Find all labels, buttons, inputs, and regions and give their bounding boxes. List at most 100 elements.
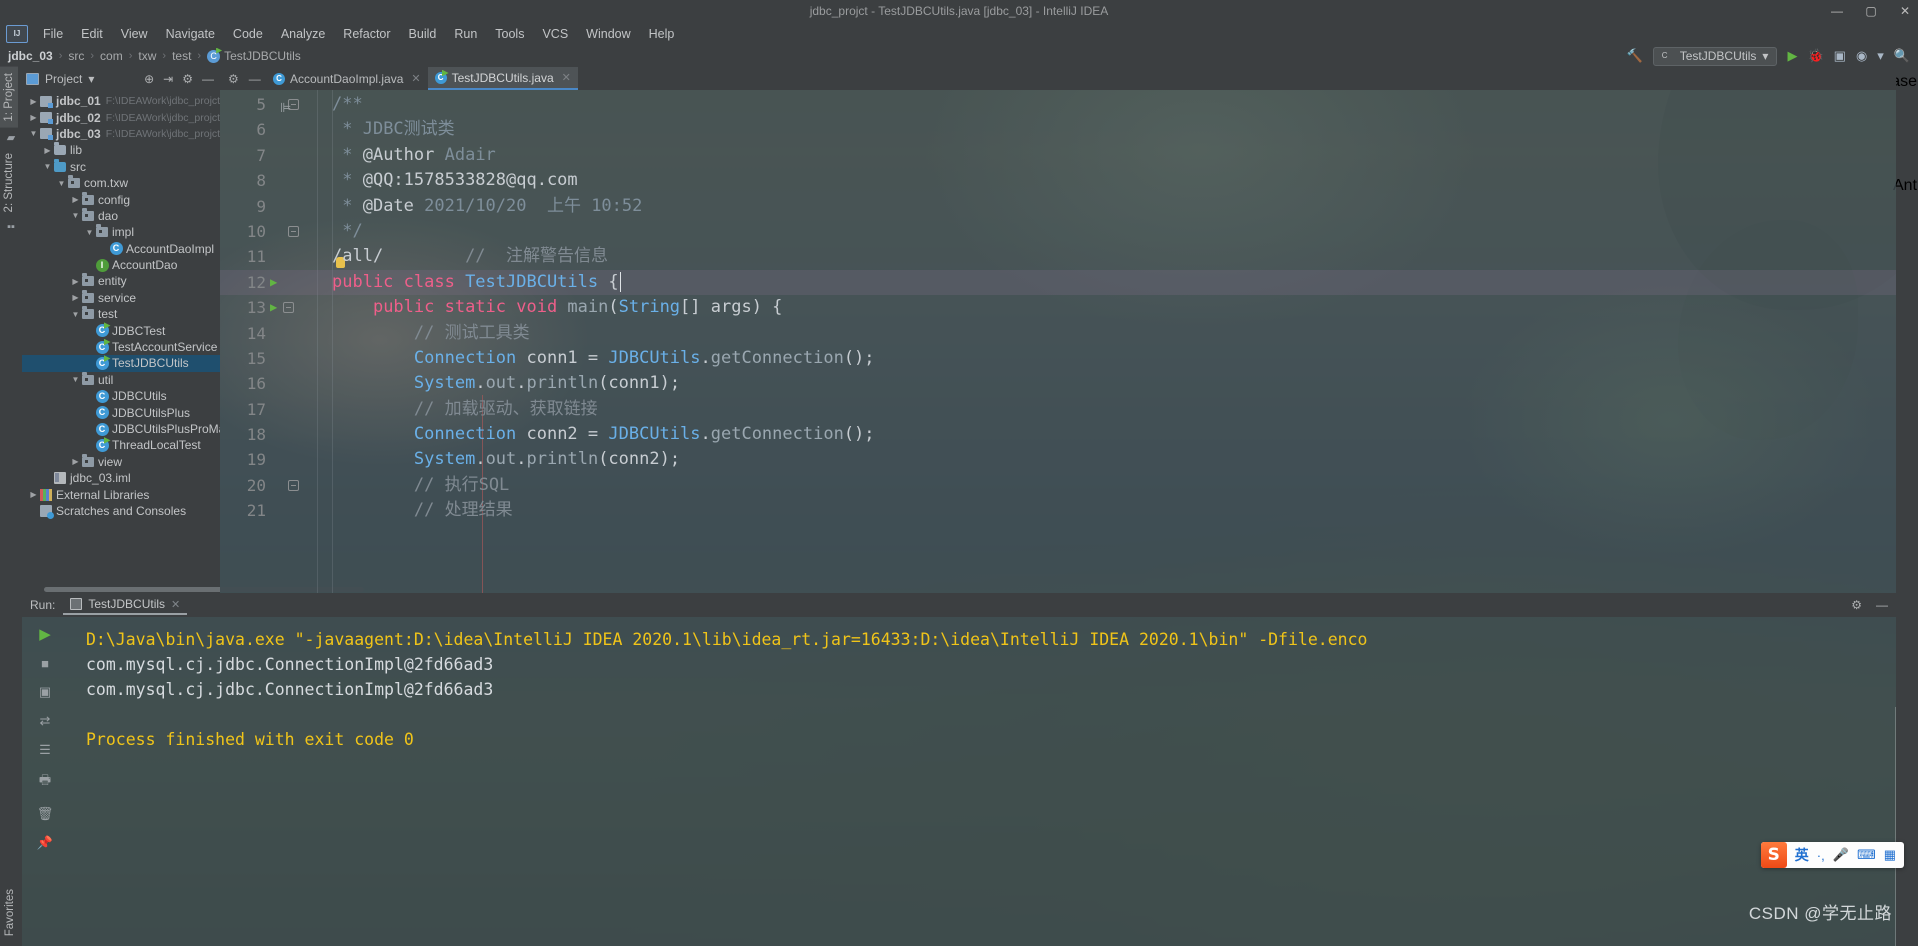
gear-icon[interactable]: ⚙ xyxy=(228,72,239,86)
sidebar-tab-structure[interactable]: 2: Structure xyxy=(0,147,18,218)
code-line-16[interactable]: 16 System.out.println(conn1); xyxy=(220,371,1896,396)
menu-window[interactable]: Window xyxy=(577,25,639,43)
run-button[interactable]: ▶ xyxy=(1787,48,1797,64)
code-line-14[interactable]: 14 // 测试工具类 xyxy=(220,321,1896,346)
punctuation-icon[interactable]: ·, xyxy=(1817,848,1825,863)
trash-icon[interactable]: 🗑 xyxy=(37,806,54,822)
code-line-11[interactable]: 11/all/ // 注解警告信息 xyxy=(220,244,1896,269)
keyboard-icon[interactable]: ⌨ xyxy=(1857,847,1876,863)
expand-arrow-icon[interactable]: ▶ xyxy=(42,146,53,155)
tree-item-entity[interactable]: ▶ entity xyxy=(22,273,220,289)
tree-item-threadlocaltest[interactable]: C ThreadLocalTest xyxy=(22,437,220,453)
expand-arrow-icon[interactable]: ▼ xyxy=(42,162,53,171)
run-gutter-icon[interactable]: ▶ xyxy=(270,295,277,320)
profile-button[interactable]: ◉ xyxy=(1856,48,1867,64)
tree-item-com-txw[interactable]: ▼ com.txw xyxy=(22,175,220,191)
tree-item-jdbc-02[interactable]: ▶ jdbc_02 F:\IDEAWork\jdbc_projct\jd xyxy=(22,109,220,125)
expand-arrow-icon[interactable]: ▶ xyxy=(70,277,81,286)
tree-item-jdbc-03[interactable]: ▼ jdbc_03 F:\IDEAWork\jdbc_projct\jd xyxy=(22,126,220,142)
code-line-7[interactable]: 7 * @Author Adair xyxy=(220,143,1896,168)
menu-help[interactable]: Help xyxy=(640,25,684,43)
gear-icon[interactable]: ⚙ xyxy=(182,72,193,86)
menu-view[interactable]: View xyxy=(112,25,157,43)
close-button[interactable]: ✕ xyxy=(1898,4,1912,18)
tree-item-dao[interactable]: ▼ dao xyxy=(22,207,220,224)
code-line-17[interactable]: 17 // 加载驱动、获取链接 xyxy=(220,397,1896,422)
hide-icon[interactable]: — xyxy=(249,72,261,86)
menu-vcs[interactable]: VCS xyxy=(533,25,577,43)
tree-item-view[interactable]: ▶ view xyxy=(22,453,220,470)
code-fold-icon[interactable] xyxy=(288,480,299,492)
menu-run[interactable]: Run xyxy=(445,25,486,43)
breadcrumb-item-project[interactable]: jdbc_03 xyxy=(8,49,53,63)
menu-build[interactable]: Build xyxy=(400,25,446,43)
breadcrumb-item-txw[interactable]: txw xyxy=(138,49,156,63)
sidebar-tab-project[interactable]: 1: Project xyxy=(0,67,18,128)
expand-arrow-icon[interactable]: ▶ xyxy=(28,97,39,106)
breadcrumb-item-test[interactable]: test xyxy=(172,49,191,63)
code-line-13[interactable]: 13 ▶ public static void main(String[] arg… xyxy=(220,295,1896,320)
sogou-logo-icon[interactable]: S xyxy=(1760,842,1787,868)
breadcrumb-item-file[interactable]: TestJDBCUtils xyxy=(224,49,301,63)
expand-arrow-icon[interactable]: ▼ xyxy=(84,228,95,237)
chevron-down-icon[interactable]: ▾ xyxy=(1877,48,1884,64)
camera-icon[interactable]: ▣ xyxy=(39,684,51,700)
code-line-9[interactable]: 9 * @Date 2021/10/20 上午 10:52 xyxy=(220,194,1896,219)
menu-navigate[interactable]: Navigate xyxy=(157,25,224,43)
tree-item-accountdao[interactable]: I AccountDao xyxy=(22,257,220,273)
tree-item-jdbcutilsplus[interactable]: C JDBCUtilsPlus xyxy=(22,404,220,420)
tree-item-jdbc-03-iml[interactable]: jdbc_03.iml xyxy=(22,470,220,486)
expand-arrow-icon[interactable]: ▼ xyxy=(70,375,81,384)
code-fold-icon[interactable] xyxy=(283,302,295,314)
expand-arrow-icon[interactable]: ▼ xyxy=(70,310,81,319)
tree-item-external-libraries[interactable]: ▶ External Libraries xyxy=(22,486,220,502)
expand-arrow-icon[interactable]: ▶ xyxy=(28,490,39,499)
debug-button[interactable]: 🐞 xyxy=(1807,48,1823,64)
tree-item-config[interactable]: ▶ config xyxy=(22,191,220,207)
code-line-15[interactable]: 15 Connection conn1 = JDBCUtils.getConne… xyxy=(220,346,1896,371)
pin-icon[interactable]: 📌 xyxy=(37,835,53,851)
stop-icon[interactable]: ■ xyxy=(41,656,49,671)
code-fold-icon[interactable] xyxy=(288,226,299,238)
expand-arrow-icon[interactable]: ▼ xyxy=(28,129,39,138)
rerun-icon[interactable]: ▶ xyxy=(39,625,51,643)
mic-icon[interactable]: 🎤 xyxy=(1833,847,1849,863)
run-tab-testjdbcutils[interactable]: TestJDBCUtils ✕ xyxy=(63,595,188,615)
chevron-down-icon[interactable]: ▾ xyxy=(1762,49,1768,63)
tree-item-util[interactable]: ▼ util xyxy=(22,371,220,388)
tree-item-test[interactable]: ▼ test xyxy=(22,306,220,322)
window-controls[interactable]: — ▢ ✕ xyxy=(1830,0,1912,22)
tree-horizontal-scrollbar[interactable] xyxy=(22,585,364,593)
tree-item-jdbcutils[interactable]: C JDBCUtils xyxy=(22,388,220,404)
tree-item-lib[interactable]: ▶ lib xyxy=(22,142,220,158)
menu-analyze[interactable]: Analyze xyxy=(272,25,334,43)
run-configuration-selector[interactable]: C TestJDBCUtils ▾ xyxy=(1652,46,1778,66)
tree-item-scratches-and-consoles[interactable]: Scratches and Consoles xyxy=(22,503,220,519)
expand-arrow-icon[interactable]: ▼ xyxy=(56,179,67,188)
menu-code[interactable]: Code xyxy=(224,25,272,43)
tree-item-testjdbcutils[interactable]: C TestJDBCUtils xyxy=(22,355,220,372)
tree-item-jdbcutilspluspromax[interactable]: C JDBCUtilsPlusProMax xyxy=(22,421,220,437)
menu-edit[interactable]: Edit xyxy=(72,25,112,43)
sidebar-tab-ant[interactable]: Ant xyxy=(1893,177,1917,195)
panel-resize-grip[interactable] xyxy=(1895,707,1896,946)
build-icon[interactable]: 🔨 xyxy=(1627,48,1643,64)
expand-arrow-icon[interactable]: ▶ xyxy=(70,457,81,466)
code-line-6[interactable]: 6 * JDBC测试类 xyxy=(220,117,1896,142)
code-line-12[interactable]: 12 ▶ public class TestJDBCUtils { xyxy=(220,269,1896,296)
search-icon[interactable]: 🔍 xyxy=(1894,48,1910,64)
project-tree[interactable]: ▶ jdbc_01 F:\IDEAWork\jdbc_projct\jd ▶ jdbc_… xyxy=(22,91,220,585)
hide-icon[interactable]: — xyxy=(1876,598,1888,612)
tree-item-jdbc-01[interactable]: ▶ jdbc_01 F:\IDEAWork\jdbc_projct\jd xyxy=(22,93,220,109)
tree-item-testaccountservice[interactable]: C TestAccountService xyxy=(22,339,220,355)
console-output[interactable]: D:\Java\bin\java.exe "-javaagent:D:\idea… xyxy=(68,617,1896,946)
sidebar-tab-favorites[interactable]: Favorites xyxy=(1,883,19,942)
breadcrumb-item-src[interactable]: src xyxy=(68,49,84,63)
close-icon[interactable]: ✕ xyxy=(411,72,420,85)
coverage-button[interactable]: ▣ xyxy=(1834,48,1846,64)
editor-tab-testjdbcutils[interactable]: C TestJDBCUtils.java ✕ xyxy=(427,67,578,90)
close-icon[interactable]: ✕ xyxy=(562,71,571,84)
tree-item-service[interactable]: ▶ service xyxy=(22,289,220,306)
expand-arrow-icon[interactable]: ▶ xyxy=(70,195,81,204)
tree-item-src[interactable]: ▼ src xyxy=(22,158,220,175)
